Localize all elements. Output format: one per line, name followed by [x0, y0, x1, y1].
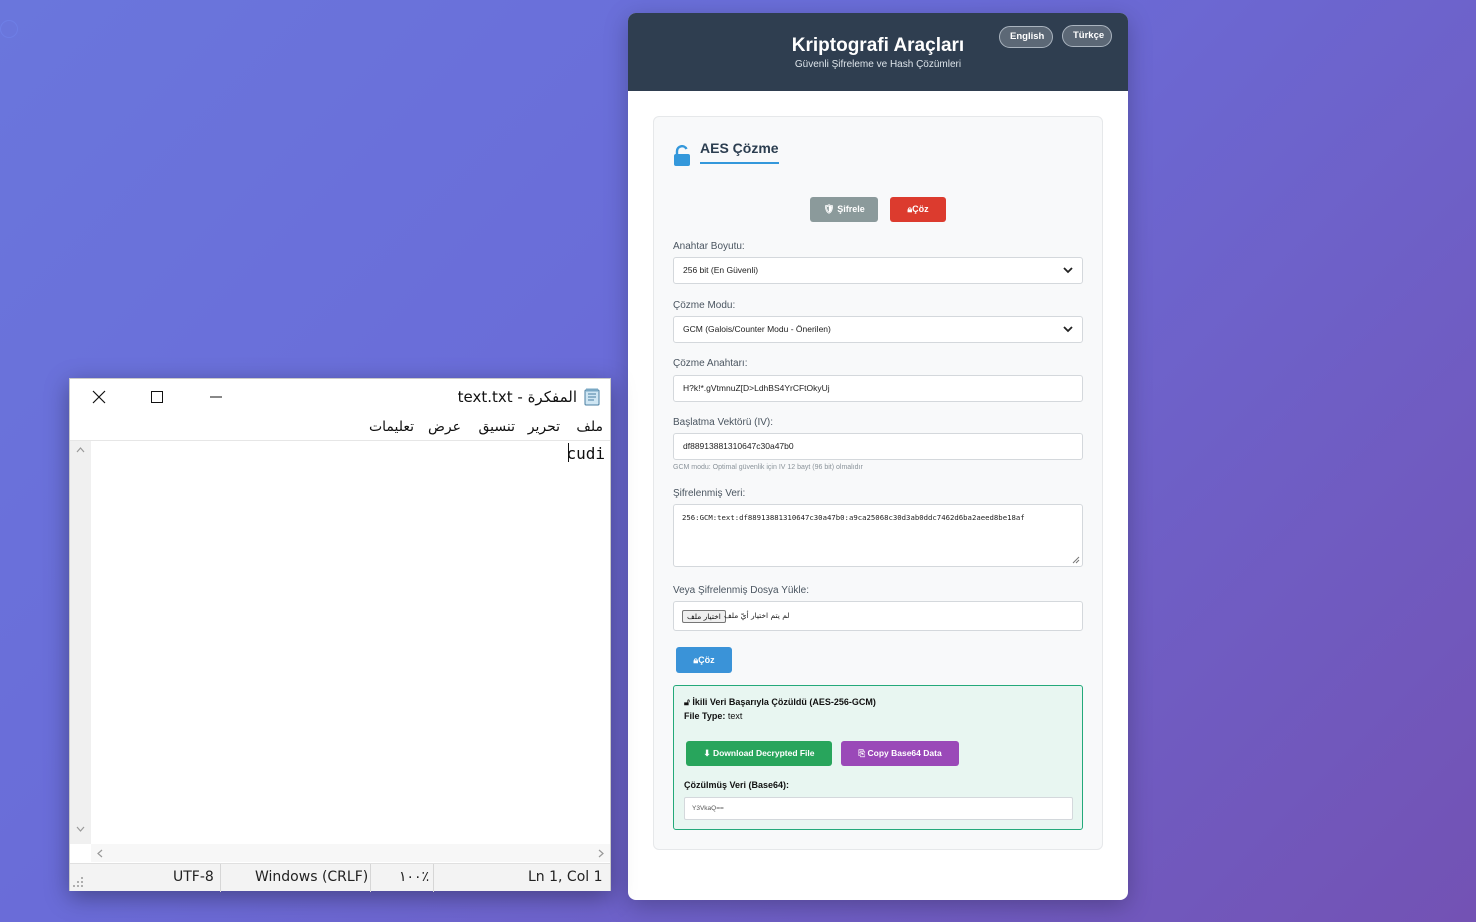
download-decrypted-button[interactable]: ⬇︎ Download Decrypted File — [686, 741, 832, 766]
scroll-left-icon[interactable] — [97, 849, 103, 858]
key-size-select[interactable]: 256 bit (En Güvenli) — [673, 257, 1083, 284]
no-file-text: لم يتم اختيار أيّ ملف — [724, 611, 790, 620]
copy-base64-button[interactable]: ⎘ Copy Base64 Data — [841, 741, 959, 766]
result-title-text: İkili Veri Başarıyla Çözüldü (AES-256-GC… — [692, 697, 876, 707]
chevron-down-icon — [1063, 267, 1073, 274]
output-label: Çözülmüş Veri (Base64): — [684, 780, 790, 790]
key-label: Çözme Anahtarı: — [673, 358, 748, 369]
shield-icon: 🛡︎ — [823, 204, 835, 214]
download-label: Download Decrypted File — [712, 748, 815, 758]
maximize-icon — [151, 391, 163, 403]
scroll-right-icon[interactable] — [598, 849, 604, 858]
key-size-value: 256 bit (En Güvenli) — [683, 265, 759, 275]
close-icon — [92, 390, 106, 404]
key-size-label: Anahtar Boyutu: — [673, 241, 745, 252]
menu-edit[interactable]: تحرير — [528, 419, 560, 435]
aes-decrypt-panel: AES Çözme 🛡︎ Şifrele 🔒︎Çöz Anahtar Boyut… — [653, 116, 1103, 850]
result-title: 🔓︎ İkili Veri Başarıyla Çözüldü (AES-256… — [684, 697, 876, 708]
notepad-titlebar[interactable]: text.txt - المفكرة — [70, 379, 610, 417]
minimize-button[interactable] — [187, 379, 245, 415]
result-box: 🔓︎ İkili Veri Başarıyla Çözüldü (AES-256… — [673, 685, 1083, 830]
iv-input[interactable]: df88913881310647c30a47b0 — [673, 433, 1083, 460]
file-type: File Type: text — [684, 711, 742, 721]
resize-grip-icon[interactable] — [72, 876, 84, 888]
status-bar: UTF-8 Windows (CRLF) ١٠٠٪ Ln 1, Col 1 — [70, 863, 610, 892]
close-button[interactable] — [70, 379, 128, 415]
encrypt-mode-button[interactable]: 🛡︎ Şifrele — [810, 197, 878, 222]
decrypt-submit-label: Çöz — [698, 654, 715, 665]
ciphertext-value: 256:GCM:text:df88913881310647c30a47b0:a9… — [682, 513, 1025, 522]
encrypt-mode-label: Şifrele — [837, 204, 865, 214]
mode-select[interactable]: GCM (Galois/Counter Modu - Önerilen) — [673, 316, 1083, 343]
horizontal-scrollbar[interactable] — [91, 844, 610, 862]
mode-value: GCM (Galois/Counter Modu - Önerilen) — [683, 324, 831, 334]
resize-handle-icon[interactable] — [1072, 556, 1080, 564]
iv-label: Başlatma Vektörü (IV): — [673, 417, 774, 428]
text-caret — [568, 443, 569, 462]
menu-help[interactable]: تعليمات — [369, 419, 414, 435]
output-field[interactable]: Y3VkaQ== — [684, 797, 1073, 820]
copy-icon: ⎘ — [858, 748, 866, 758]
scroll-up-icon[interactable] — [76, 447, 85, 453]
vertical-scrollbar[interactable] — [70, 441, 91, 844]
app-header: Kriptografi Araçları Güvenli Şifreleme v… — [628, 13, 1128, 91]
ciphertext-textarea[interactable]: 256:GCM:text:df88913881310647c30a47b0:a9… — [673, 504, 1083, 567]
text-editor[interactable] — [70, 441, 610, 844]
key-input[interactable]: H?k!*.gVtmnuZ[D>LdhBS4YrCFtOkyUj — [673, 375, 1083, 402]
status-encoding: UTF-8 — [173, 869, 214, 885]
choose-file-button[interactable]: اختيار ملف — [682, 610, 726, 623]
status-position: Ln 1, Col 1 — [528, 869, 603, 885]
scroll-down-icon[interactable] — [76, 826, 85, 832]
status-line-ending: Windows (CRLF) — [255, 869, 369, 885]
maximize-button[interactable] — [128, 379, 186, 415]
chevron-down-icon — [1063, 326, 1073, 333]
file-type-key: File Type: — [684, 711, 726, 721]
file-type-value: text — [727, 711, 743, 721]
language-english-button[interactable]: English — [999, 26, 1053, 48]
language-turkish-button[interactable]: Türkçe — [1062, 25, 1112, 47]
ciphertext-label: Şifrelenmiş Veri: — [673, 488, 746, 499]
file-upload-input[interactable]: اختيار ملف لم يتم اختيار أيّ ملف — [673, 601, 1083, 631]
app-subtitle: Güvenli Şifreleme ve Hash Çözümleri — [794, 59, 962, 70]
minimize-icon — [210, 396, 222, 398]
section-title: AES Çözme — [700, 140, 779, 164]
menu-format[interactable]: تنسيق — [478, 419, 515, 435]
decrypt-mode-label: Çöz — [912, 204, 929, 214]
decrypt-mode-button[interactable]: 🔒︎Çöz — [890, 197, 946, 222]
desktop-artifact — [0, 20, 18, 38]
status-divider — [370, 864, 371, 892]
notepad-icon — [584, 388, 600, 406]
decrypt-submit-button[interactable]: 🔒︎Çöz — [676, 647, 732, 673]
copy-label: Copy Base64 Data — [867, 748, 942, 758]
app-title: Kriptografi Araçları — [791, 35, 965, 56]
notepad-window: text.txt - المفكرة ملف تحرير تنسيق عرض ت… — [69, 378, 611, 892]
mode-label: Çözme Modu: — [673, 300, 736, 311]
unlock-icon: 🔓︎ — [684, 697, 690, 707]
unlock-icon — [674, 145, 690, 166]
menu-view[interactable]: عرض — [428, 419, 461, 435]
status-zoom: ١٠٠٪ — [399, 869, 430, 885]
file-upload-label: Veya Şifrelenmiş Dosya Yükle: — [673, 585, 809, 596]
status-divider — [220, 864, 221, 892]
download-icon: ⬇︎ — [703, 748, 711, 758]
status-divider — [433, 864, 434, 892]
iv-hint: GCM modu: Optimal güvenlik için IV 12 ba… — [673, 464, 863, 471]
window-title: text.txt - المفكرة — [457, 388, 577, 406]
crypto-app: Kriptografi Araçları Güvenli Şifreleme v… — [628, 13, 1128, 900]
editor-content: cudi — [566, 444, 605, 463]
menu-file[interactable]: ملف — [576, 419, 603, 435]
